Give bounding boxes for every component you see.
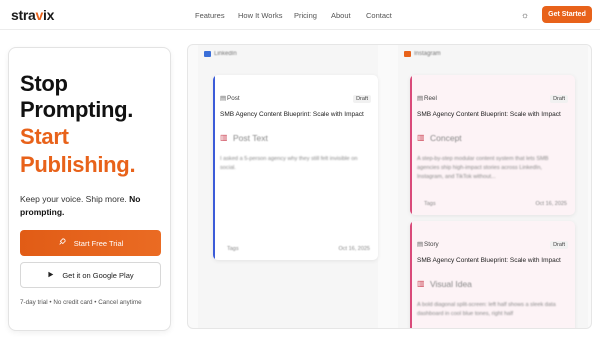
board-column-linkedin: LinkedIn ▤ Post Draft SMB Agency Content… bbox=[198, 45, 378, 328]
nav-link-features[interactable]: Features bbox=[195, 11, 225, 20]
content-card[interactable]: ▤ Reel Draft SMB Agency Content Blueprin… bbox=[410, 75, 575, 215]
card-date: Oct 16, 2025 bbox=[338, 246, 371, 252]
nav-link-about[interactable]: About bbox=[331, 11, 351, 20]
google-play-button[interactable]: Get it on Google Play bbox=[20, 262, 161, 288]
hero-title-line-1: Stop bbox=[20, 71, 68, 96]
card-section-label: Post Text bbox=[233, 133, 268, 143]
card-type-label: Story bbox=[424, 241, 439, 248]
card-section-label: Concept bbox=[430, 133, 462, 143]
hero-subtitle-text: Keep your voice. Ship more. bbox=[20, 194, 130, 204]
content-card[interactable]: ▤ Story Draft SMB Agency Content Bluepri… bbox=[410, 221, 575, 328]
card-body-text: I asked a 5-person agency why they still… bbox=[220, 156, 358, 171]
nav-link-how-it-works[interactable]: How It Works bbox=[238, 11, 282, 20]
start-free-trial-button[interactable]: Start Free Trial bbox=[20, 230, 161, 256]
card-title: SMB Agency Content Blueprint: Scale with… bbox=[417, 257, 561, 264]
card-accent-bar bbox=[410, 75, 412, 215]
card-title: SMB Agency Content Blueprint: Scale with… bbox=[417, 111, 561, 118]
document-icon: ▥ bbox=[417, 279, 425, 288]
card-section-label: Visual Idea bbox=[430, 279, 472, 289]
start-free-trial-label: Start Free Trial bbox=[73, 238, 124, 248]
play-icon bbox=[47, 271, 54, 280]
status-badge: Draft bbox=[353, 95, 371, 103]
top-nav: stravix Features How It Works Pricing Ab… bbox=[0, 0, 600, 30]
hero-subtitle: Keep your voice. Ship more. No prompting… bbox=[20, 193, 165, 218]
hero-title-line-4: Publishing. bbox=[20, 152, 136, 177]
trial-fine-print: 7-day trial • No credit card • Cancel an… bbox=[20, 299, 142, 306]
card-accent-bar bbox=[213, 75, 215, 260]
card-accent-bar bbox=[410, 221, 412, 328]
logo-text-prefix: stra bbox=[11, 7, 36, 23]
rocket-icon bbox=[58, 238, 66, 248]
logo-text-accent: v bbox=[35, 7, 43, 23]
hero-title-line-2: Prompting. bbox=[20, 97, 134, 122]
hero-title-line-3: Start bbox=[20, 124, 69, 149]
story-icon: ▤ bbox=[417, 241, 423, 248]
card-body-text: A bold diagonal split-screen: left half … bbox=[417, 302, 556, 317]
document-icon: ▥ bbox=[220, 133, 228, 142]
google-play-label: Get it on Google Play bbox=[62, 270, 134, 280]
instagram-icon bbox=[404, 51, 411, 57]
column-title: LinkedIn bbox=[214, 51, 237, 57]
get-started-button[interactable]: Get Started bbox=[542, 6, 592, 23]
post-icon: ▤ bbox=[220, 95, 226, 102]
status-badge: Draft bbox=[550, 241, 568, 249]
sun-icon: ☼ bbox=[520, 10, 530, 20]
content-card[interactable]: ▤ Post Draft SMB Agency Content Blueprin… bbox=[213, 75, 378, 260]
card-tags: Tags bbox=[424, 201, 436, 207]
card-date: Oct 16, 2025 bbox=[535, 201, 568, 207]
card-type-label: Post bbox=[227, 95, 240, 102]
card-body-text: A step-by-step modular content system th… bbox=[417, 156, 549, 180]
theme-toggle-button[interactable]: ☼ bbox=[518, 8, 532, 22]
nav-link-pricing[interactable]: Pricing bbox=[294, 11, 317, 20]
card-type-label: Reel bbox=[424, 95, 437, 102]
card-tags: Tags bbox=[227, 246, 239, 252]
content-board: LinkedIn ▤ Post Draft SMB Agency Content… bbox=[187, 44, 592, 329]
logo[interactable]: stravix bbox=[11, 7, 54, 23]
hero-card: Stop Prompting. Start Publishing. Keep y… bbox=[8, 47, 171, 331]
column-title: Instagram bbox=[414, 51, 441, 57]
document-icon: ▥ bbox=[417, 133, 425, 142]
reel-icon: ▤ bbox=[417, 95, 423, 102]
card-title: SMB Agency Content Blueprint: Scale with… bbox=[220, 111, 364, 118]
logo-text-suffix: ix bbox=[42, 7, 55, 23]
status-badge: Draft bbox=[550, 95, 568, 103]
nav-link-contact[interactable]: Contact bbox=[366, 11, 392, 20]
linkedin-icon bbox=[204, 51, 211, 57]
board-column-instagram: Instagram ▤ Reel Draft SMB Agency Conten… bbox=[398, 45, 588, 328]
